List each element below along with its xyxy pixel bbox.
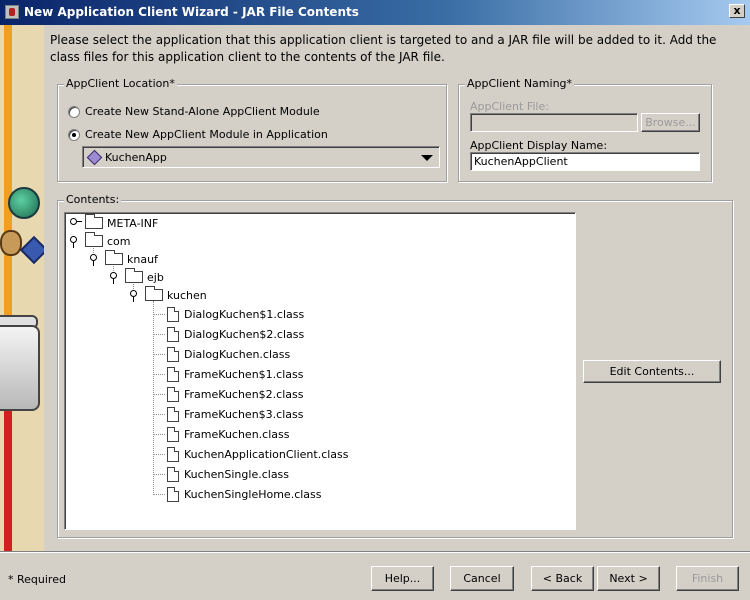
tree-node-file[interactable]: FrameKuchen.class xyxy=(167,425,289,443)
in-app-radio-label: Create New AppClient Module in Applicati… xyxy=(85,128,328,141)
in-app-radio[interactable] xyxy=(68,128,80,141)
tree-node-file[interactable]: DialogKuchen$1.class xyxy=(167,305,304,323)
application-combo-value: KuchenApp xyxy=(105,151,167,164)
cancel-button[interactable]: Cancel xyxy=(450,566,514,591)
bean-icon xyxy=(0,230,22,256)
tree-node-kuchen[interactable]: kuchen xyxy=(145,286,207,304)
jar-icon xyxy=(0,325,40,411)
standalone-radio-label: Create New Stand-Alone AppClient Module xyxy=(85,105,320,118)
edit-contents-button[interactable]: Edit Contents... xyxy=(583,360,721,383)
collapse-toggle-icon[interactable] xyxy=(109,271,120,284)
footer-separator xyxy=(0,551,750,553)
file-icon xyxy=(167,346,179,362)
tree-node-file[interactable]: DialogKuchen$2.class xyxy=(167,325,304,343)
chevron-down-icon[interactable] xyxy=(421,155,433,161)
tree-node-label: KuchenSingleHome.class xyxy=(184,487,322,501)
file-icon xyxy=(167,466,179,482)
application-combo[interactable]: KuchenApp xyxy=(82,146,440,168)
tree-node-label: FrameKuchen$3.class xyxy=(184,407,304,421)
file-icon xyxy=(167,486,179,502)
folder-open-icon xyxy=(125,268,143,283)
tree-node-file[interactable]: KuchenSingleHome.class xyxy=(167,485,322,503)
appclient-display-name-label: AppClient Display Name: xyxy=(470,139,608,152)
file-icon xyxy=(167,306,179,322)
tree-node-file[interactable]: FrameKuchen$1.class xyxy=(167,365,303,383)
close-button[interactable]: x xyxy=(729,4,745,18)
tree-connector xyxy=(153,494,165,495)
file-icon xyxy=(167,386,179,402)
appclient-file-field xyxy=(470,113,638,132)
tree-connector xyxy=(153,474,165,475)
tree-node-label: FrameKuchen$2.class xyxy=(184,387,304,401)
tree-connector xyxy=(153,334,165,335)
folder-open-icon xyxy=(85,232,103,247)
in-app-radio-row[interactable]: Create New AppClient Module in Applicati… xyxy=(68,128,328,141)
file-icon xyxy=(167,446,179,462)
tree-node-file[interactable]: KuchenApplicationClient.class xyxy=(167,445,349,463)
tree-connector xyxy=(153,314,165,315)
help-button[interactable]: Help... xyxy=(371,566,434,591)
tree-node-label: ejb xyxy=(147,270,164,284)
tree-connector xyxy=(153,354,165,355)
tree-node-label: META-INF xyxy=(107,216,159,230)
file-icon xyxy=(167,366,179,382)
tree-connector xyxy=(153,301,154,495)
tree-node-file[interactable]: FrameKuchen$2.class xyxy=(167,385,303,403)
tree-connector xyxy=(153,454,165,455)
folder-icon xyxy=(85,214,103,229)
standalone-radio[interactable] xyxy=(68,105,80,118)
contents-legend: Contents: xyxy=(64,193,122,206)
tree-connector xyxy=(153,394,165,395)
finish-button: Finish xyxy=(676,566,739,591)
application-diamond-icon xyxy=(86,149,103,166)
appclient-naming-legend: AppClient Naming* xyxy=(465,77,575,90)
tree-node-label: DialogKuchen$1.class xyxy=(184,307,305,321)
appclient-file-label: AppClient File: xyxy=(470,100,549,113)
tree-node-file[interactable]: DialogKuchen.class xyxy=(167,345,290,363)
tree-node-label: KuchenApplicationClient.class xyxy=(184,447,349,461)
instructions-text: Please select the application that this … xyxy=(50,33,717,64)
title-bar: New Application Client Wizard - JAR File… xyxy=(0,0,750,25)
required-note: * Required xyxy=(8,573,66,586)
file-icon xyxy=(167,326,179,342)
tree-connector xyxy=(153,414,165,415)
java-cup-icon xyxy=(5,5,19,19)
back-button[interactable]: < Back xyxy=(531,566,594,591)
tree-node-label: kuchen xyxy=(167,288,207,302)
tree-connector xyxy=(153,434,165,435)
jar-contents-tree[interactable]: META-INF com knauf ejb kuchen DialogKuch… xyxy=(64,212,576,530)
file-icon xyxy=(167,406,179,422)
collapse-toggle-icon[interactable] xyxy=(69,235,80,248)
tree-node-meta-inf[interactable]: META-INF xyxy=(85,214,158,232)
expand-toggle-icon[interactable] xyxy=(69,217,82,228)
tree-node-ejb[interactable]: ejb xyxy=(125,268,164,286)
tree-node-label: com xyxy=(107,234,131,248)
tree-node-knauf[interactable]: knauf xyxy=(105,250,158,268)
tree-node-label: DialogKuchen$2.class xyxy=(184,327,305,341)
tree-node-label: FrameKuchen.class xyxy=(184,427,290,441)
collapse-toggle-icon[interactable] xyxy=(129,289,140,302)
folder-open-icon xyxy=(105,250,123,265)
diamond-icon xyxy=(19,235,44,265)
window-title: New Application Client Wizard - JAR File… xyxy=(24,5,359,19)
appclient-location-legend: AppClient Location* xyxy=(64,77,177,90)
tree-node-label: KuchenSingle.class xyxy=(184,467,290,481)
globe-icon xyxy=(8,187,40,219)
tree-node-file[interactable]: FrameKuchen$3.class xyxy=(167,405,303,423)
appclient-display-name-input[interactable]: KuchenAppClient xyxy=(470,152,700,171)
folder-open-icon xyxy=(145,286,163,301)
tree-node-label: knauf xyxy=(127,252,158,266)
standalone-radio-row[interactable]: Create New Stand-Alone AppClient Module xyxy=(68,105,320,118)
tree-node-file[interactable]: KuchenSingle.class xyxy=(167,465,289,483)
collapse-toggle-icon[interactable] xyxy=(89,253,100,266)
tree-node-label: DialogKuchen.class xyxy=(184,347,291,361)
browse-button: Browse... xyxy=(641,113,700,132)
tree-node-com[interactable]: com xyxy=(85,232,131,250)
wizard-side-graphic xyxy=(0,25,44,551)
next-button[interactable]: Next > xyxy=(597,566,660,591)
file-icon xyxy=(167,426,179,442)
tree-connector xyxy=(153,374,165,375)
tree-node-label: FrameKuchen$1.class xyxy=(184,367,304,381)
